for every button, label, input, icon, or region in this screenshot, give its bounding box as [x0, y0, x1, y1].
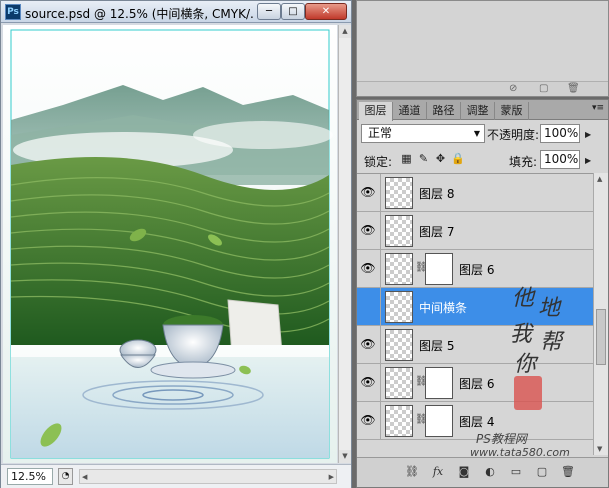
eye-icon[interactable]: 👁	[360, 186, 376, 199]
eye-icon[interactable]: 👁	[360, 224, 376, 237]
blend-mode-select[interactable]: 正常 ▼	[361, 124, 485, 143]
new-item-icon[interactable]: ▢	[539, 83, 548, 94]
layer-thumbnail	[385, 367, 413, 399]
new-layer-icon[interactable]: ▢	[533, 464, 551, 480]
delete-layer-icon[interactable]: 🗑	[559, 464, 577, 480]
layer-mask-thumbnail[interactable]	[425, 405, 453, 437]
layers-list: 👁 图层 8 👁 图层 7 👁 ⛓ 图层 6 中间横条 👁 图层 5 👁 ⛓ 图…	[357, 173, 593, 455]
layer-thumbnail	[385, 177, 413, 209]
layer-row[interactable]: 👁 ⛓ 图层 4	[357, 402, 593, 440]
layer-row[interactable]: 👁 ⛓ 图层 6	[357, 364, 593, 402]
scroll-up-icon[interactable]: ▲	[339, 25, 351, 38]
tea-plantation-artwork	[3, 25, 337, 463]
fill-slider-arrow-icon[interactable]: ▶	[585, 156, 591, 165]
eye-icon[interactable]: 👁	[360, 262, 376, 275]
layer-thumbnail	[385, 291, 413, 323]
tab-paths[interactable]: 路径	[427, 102, 461, 120]
layer-name: 图层 5	[419, 339, 455, 353]
tab-adjustments[interactable]: 调整	[461, 102, 495, 120]
add-mask-icon[interactable]: ◙	[455, 464, 473, 480]
photoshop-logo-icon: Ps	[5, 4, 21, 20]
upper-panel-footer: ⊘ ▢ 🗑	[357, 81, 608, 96]
maximize-button[interactable]: □	[281, 3, 305, 20]
visibility-toggle[interactable]: 👁	[357, 174, 381, 212]
lock-paint-icon[interactable]: ✎	[417, 151, 430, 166]
document-vertical-scrollbar[interactable]: ▲ ▼	[338, 25, 351, 463]
layer-name: 图层 7	[419, 225, 455, 239]
scroll-up-icon[interactable]: ▲	[597, 175, 602, 183]
tab-layers[interactable]: 图层	[359, 102, 393, 121]
eye-icon[interactable]: 👁	[360, 414, 376, 427]
chevron-down-icon: ▼	[473, 129, 480, 138]
layer-row[interactable]: 👁 图层 7	[357, 212, 593, 250]
document-canvas[interactable]	[3, 25, 337, 463]
status-info-icon[interactable]: ◔	[58, 468, 73, 485]
layer-name: 图层 8	[419, 187, 455, 201]
close-button[interactable]: ✕	[305, 3, 347, 20]
visibility-toggle[interactable]: 👁	[357, 250, 381, 288]
lock-transparency-icon[interactable]: ▦	[400, 151, 413, 166]
eye-icon[interactable]: 👁	[360, 376, 376, 389]
layer-row-selected[interactable]: 中间横条	[357, 288, 593, 326]
tab-channels[interactable]: 通道	[393, 102, 427, 120]
layers-scrollbar[interactable]: ▲ ▼	[593, 173, 608, 455]
layer-name: 中间横条	[419, 301, 468, 315]
visibility-toggle[interactable]: 👁	[357, 402, 381, 440]
layer-style-icon[interactable]: fx	[429, 464, 447, 480]
fill-label: 填充:	[509, 155, 538, 169]
scrollbar-thumb[interactable]	[596, 309, 606, 365]
layer-thumbnail	[385, 329, 413, 361]
opacity-label: 不透明度:	[487, 128, 540, 142]
zoom-level-field[interactable]: 12.5%	[7, 468, 53, 485]
layer-name: 图层 4	[459, 415, 495, 429]
panel-tabs: 图层 通道 路径 调整 蒙版 ▾≡	[357, 100, 608, 121]
layer-row[interactable]: 👁 ⛓ 图层 6	[357, 250, 593, 288]
trash-icon[interactable]: 🗑	[567, 83, 580, 94]
lock-all-icon[interactable]: 🔒	[451, 151, 465, 166]
fill-field[interactable]: 100%	[540, 150, 580, 169]
blend-mode-value: 正常	[368, 126, 393, 140]
document-title-bar[interactable]: Ps source.psd @ 12.5% (中间横条, CMYK/... ─ …	[1, 1, 351, 23]
layer-row[interactable]: 👁 图层 8	[357, 174, 593, 212]
tab-masks[interactable]: 蒙版	[495, 102, 529, 120]
document-window: Ps source.psd @ 12.5% (中间横条, CMYK/... ─ …	[0, 0, 352, 488]
scroll-down-icon[interactable]: ▼	[597, 445, 602, 453]
clear-icon[interactable]: ⊘	[509, 83, 517, 94]
visibility-toggle[interactable]: 👁	[357, 212, 381, 250]
visibility-toggle[interactable]: 👁	[357, 364, 381, 402]
document-horizontal-scrollbar[interactable]: ◀ ▶	[79, 469, 337, 484]
visibility-toggle[interactable]: 👁	[357, 326, 381, 364]
layer-mask-thumbnail[interactable]	[425, 367, 453, 399]
new-group-icon[interactable]: ▭	[507, 464, 525, 480]
layer-thumbnail	[385, 215, 413, 247]
lock-move-icon[interactable]: ✥	[434, 151, 447, 166]
lock-label: 锁定:	[364, 155, 393, 169]
layer-name: 图层 6	[459, 263, 495, 277]
document-title: source.psd @ 12.5% (中间横条, CMYK/...	[25, 7, 255, 21]
link-layers-icon[interactable]: ⛓	[403, 464, 421, 480]
scroll-down-icon[interactable]: ▼	[339, 450, 351, 463]
eye-icon[interactable]: 👁	[360, 338, 376, 351]
panel-menu-icon[interactable]: ▾≡	[592, 103, 604, 113]
adjustment-layer-icon[interactable]: ◐	[481, 464, 499, 480]
opacity-field[interactable]: 100%	[540, 124, 580, 143]
opacity-slider-arrow-icon[interactable]: ▶	[585, 130, 591, 139]
layers-footer-toolbar: ⛓ fx ◙ ◐ ▭ ▢ 🗑	[357, 457, 608, 487]
visibility-toggle[interactable]	[357, 288, 381, 326]
watermark-site-name: PS教程网	[476, 432, 527, 446]
minimize-button[interactable]: ─	[257, 3, 281, 20]
upper-panel: ⊘ ▢ 🗑	[356, 0, 609, 97]
watermark-url: www.tata580.com	[470, 446, 570, 459]
layer-mask-thumbnail[interactable]	[425, 253, 453, 285]
scroll-right-icon[interactable]: ▶	[329, 470, 334, 484]
scroll-left-icon[interactable]: ◀	[82, 470, 87, 484]
layer-thumbnail	[385, 405, 413, 437]
layer-thumbnail	[385, 253, 413, 285]
document-status-bar: 12.5% ◔ ◀ ▶	[1, 464, 351, 488]
layer-row[interactable]: 👁 图层 5	[357, 326, 593, 364]
layer-name: 图层 6	[459, 377, 495, 391]
